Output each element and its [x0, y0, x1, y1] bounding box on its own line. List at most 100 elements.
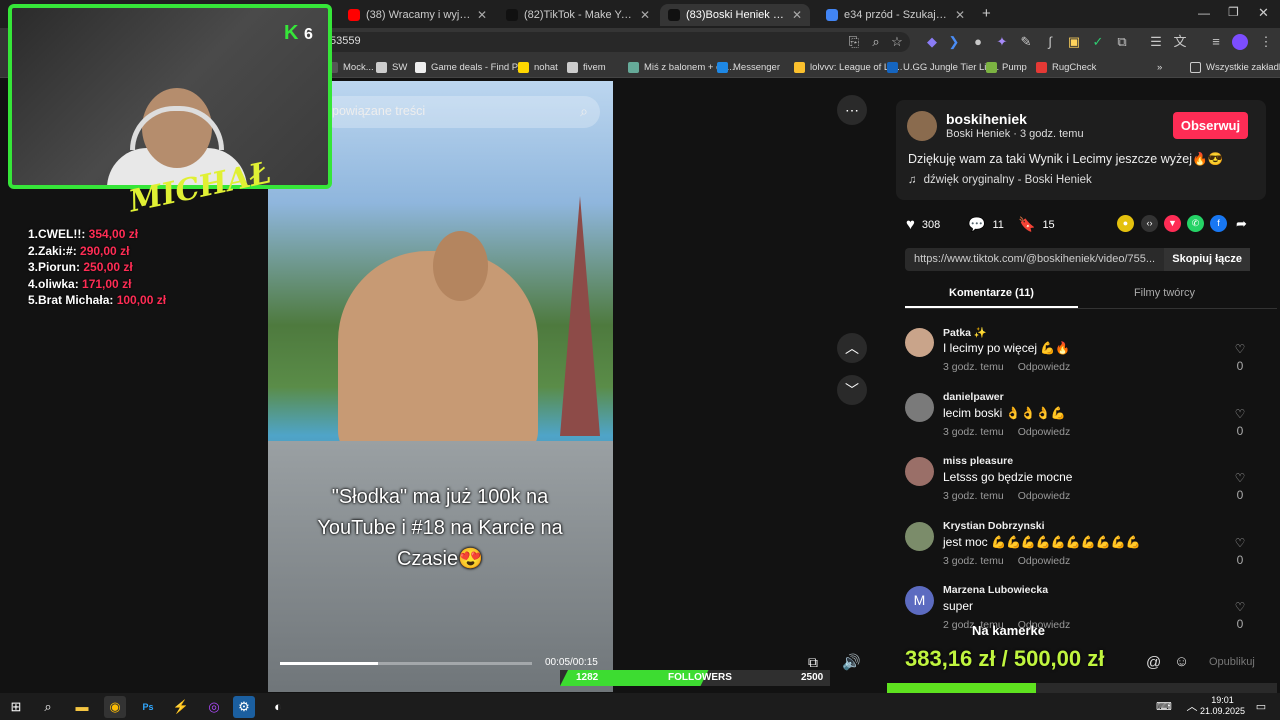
- commenter-avatar[interactable]: [905, 328, 934, 357]
- heart-outline-icon[interactable]: ♡: [1232, 407, 1248, 421]
- facebook-icon[interactable]: f: [1210, 215, 1227, 232]
- emoji-icon[interactable]: ☺: [1174, 653, 1189, 670]
- bookmark-item[interactable]: Pump: [986, 59, 1027, 75]
- bookmark-item[interactable]: RugCheck: [1036, 59, 1096, 75]
- heart-outline-icon[interactable]: ♡: [1232, 471, 1248, 485]
- window-close-button[interactable]: ✕: [1258, 5, 1269, 21]
- window-minimize-button[interactable]: —: [1198, 6, 1210, 20]
- install-app-icon[interactable]: ⎘: [846, 34, 862, 50]
- reply-button[interactable]: Odpowiedz: [1018, 426, 1071, 438]
- volume-icon[interactable]: 🔊: [842, 653, 861, 671]
- extension-icon[interactable]: ◆: [924, 34, 940, 50]
- tab-4[interactable]: e34 przód - Szukaj w Google ✕: [818, 4, 973, 26]
- menu-dots-icon[interactable]: ⋮: [1258, 34, 1274, 50]
- opera-gx-icon[interactable]: ◎: [203, 696, 225, 718]
- mention-icon[interactable]: @: [1146, 654, 1161, 671]
- commenter-avatar[interactable]: M: [905, 586, 934, 615]
- extension-icon[interactable]: ▣: [1066, 34, 1082, 50]
- bookmark-item[interactable]: Messenger: [717, 59, 780, 75]
- notifications-icon[interactable]: ▭: [1250, 696, 1272, 718]
- bookmark-item[interactable]: SW: [376, 59, 407, 75]
- address-bar[interactable]: 53559: [290, 32, 910, 52]
- whatsapp-icon[interactable]: ✆: [1187, 215, 1204, 232]
- chrome-icon[interactable]: ◉: [104, 696, 126, 718]
- bookmark-item[interactable]: U.GG Jungle Tier Lis...: [887, 59, 999, 75]
- file-explorer-icon[interactable]: ▬: [71, 696, 93, 718]
- obs-icon[interactable]: ◐: [267, 696, 289, 718]
- translate-icon[interactable]: 文: [1172, 34, 1188, 50]
- reply-button[interactable]: Odpowiedz: [1018, 361, 1071, 373]
- donation-goal-amount: 383,16 zł / 500,00 zł: [905, 646, 1105, 671]
- embed-icon[interactable]: ‹›: [1141, 215, 1158, 232]
- author-avatar[interactable]: [907, 111, 937, 141]
- send-icon[interactable]: ▼: [1164, 215, 1181, 232]
- tab-2[interactable]: (82)TikTok - Make Your Day ✕: [498, 4, 658, 26]
- heart-outline-icon[interactable]: ♡: [1232, 536, 1248, 550]
- zoom-icon[interactable]: ⌕: [868, 34, 884, 50]
- reply-button[interactable]: Odpowiedz: [1018, 555, 1071, 567]
- extension-icon[interactable]: ✓: [1090, 34, 1106, 50]
- extension-icon[interactable]: ✎: [1018, 34, 1034, 50]
- search-icon[interactable]: ⌕: [37, 696, 59, 718]
- bookmark-star-icon[interactable]: ☆: [889, 34, 905, 50]
- reply-button[interactable]: Odpowiedz: [1018, 490, 1071, 502]
- taskbar-clock[interactable]: 19:01 21.09.2025: [1200, 695, 1245, 717]
- steam-icon[interactable]: ⚙: [233, 696, 255, 718]
- app-icon[interactable]: ⚡: [170, 696, 192, 718]
- donor-amount: 290,00 zł: [80, 243, 130, 258]
- commenter-name[interactable]: Patka ✨: [943, 326, 987, 339]
- new-tab-button[interactable]: +: [982, 5, 991, 22]
- previous-video-button[interactable]: ︿: [837, 333, 867, 363]
- commenter-avatar[interactable]: [905, 392, 934, 422]
- commenter-name[interactable]: danielpawer: [943, 391, 1004, 403]
- extension-icon[interactable]: ✦: [994, 34, 1010, 50]
- close-tab-icon[interactable]: ✕: [477, 8, 487, 22]
- commenter-name[interactable]: Marzena Lubowiecka: [943, 584, 1048, 596]
- pip-icon[interactable]: ⧉: [808, 654, 818, 671]
- extension-icon[interactable]: ●: [970, 34, 986, 50]
- bookmark-item[interactable]: Mock...: [327, 59, 374, 75]
- reading-list-icon[interactable]: ≡: [1208, 34, 1224, 50]
- heart-outline-icon[interactable]: ♡: [1232, 600, 1248, 614]
- sound-row[interactable]: ♫ dźwięk oryginalny - Boski Heniek: [908, 174, 1092, 186]
- windows-start-icon[interactable]: ⊞: [5, 696, 27, 718]
- photoshop-icon[interactable]: Ps: [137, 696, 159, 718]
- heart-outline-icon[interactable]: ♡: [1232, 342, 1248, 356]
- search-icon[interactable]: ⌕: [580, 103, 588, 120]
- close-tab-icon[interactable]: ✕: [640, 8, 650, 22]
- profile-avatar-icon[interactable]: [1232, 34, 1248, 50]
- bookmark-item[interactable]: Game deals - Find P...: [415, 59, 525, 75]
- comment-button[interactable]: 💬 11: [968, 216, 1004, 233]
- tab-creator-videos[interactable]: Filmy twórcy: [1078, 287, 1251, 299]
- extension-icon[interactable]: ☰: [1148, 34, 1164, 50]
- next-video-button[interactable]: ﹀: [837, 375, 867, 405]
- share-arrow-icon[interactable]: ➦: [1233, 215, 1250, 232]
- follow-button[interactable]: Obserwuj: [1173, 112, 1248, 139]
- like-button[interactable]: ♥ 308: [906, 216, 940, 233]
- copy-link-button[interactable]: Skopiuj łącze: [1164, 248, 1250, 271]
- extension-icon[interactable]: ❯: [946, 34, 962, 50]
- more-options-button[interactable]: ⋯: [837, 95, 867, 125]
- commenter-avatar[interactable]: [905, 521, 934, 551]
- close-tab-icon[interactable]: ✕: [792, 8, 802, 22]
- publish-button[interactable]: Opublikuj: [1209, 656, 1255, 668]
- tab-comments[interactable]: Komentarze (11): [905, 287, 1078, 299]
- tab-3[interactable]: (83)Boski Heniek (@boskih ✕: [660, 4, 810, 26]
- all-bookmarks-button[interactable]: Wszystkie zakładki: [1190, 59, 1280, 75]
- save-button[interactable]: 🔖 15: [1018, 216, 1055, 233]
- window-restore-button[interactable]: ❐: [1228, 5, 1239, 19]
- close-tab-icon[interactable]: ✕: [955, 8, 965, 22]
- keyboard-layout-icon[interactable]: ⌨: [1153, 696, 1175, 718]
- extension-icon[interactable]: ∫: [1042, 34, 1058, 50]
- author-username[interactable]: boskiheniek: [946, 111, 1027, 127]
- commenter-name[interactable]: Krystian Dobrzynski: [943, 520, 1045, 532]
- extensions-puzzle-icon[interactable]: ⧉: [1114, 34, 1130, 50]
- bookmarks-more-button[interactable]: »: [1157, 59, 1162, 75]
- commenter-avatar[interactable]: [905, 457, 934, 486]
- tab-1[interactable]: (38) Wracamy i wyjaśniamy... - ✕: [340, 4, 495, 26]
- bookmark-item[interactable]: nohat: [518, 59, 558, 75]
- coin-share-icon[interactable]: ●: [1117, 215, 1134, 232]
- bookmark-item[interactable]: fivem: [567, 59, 606, 75]
- commenter-name[interactable]: miss pleasure: [943, 455, 1013, 467]
- related-search-input[interactable]: powiązane treści ⌕: [320, 96, 600, 128]
